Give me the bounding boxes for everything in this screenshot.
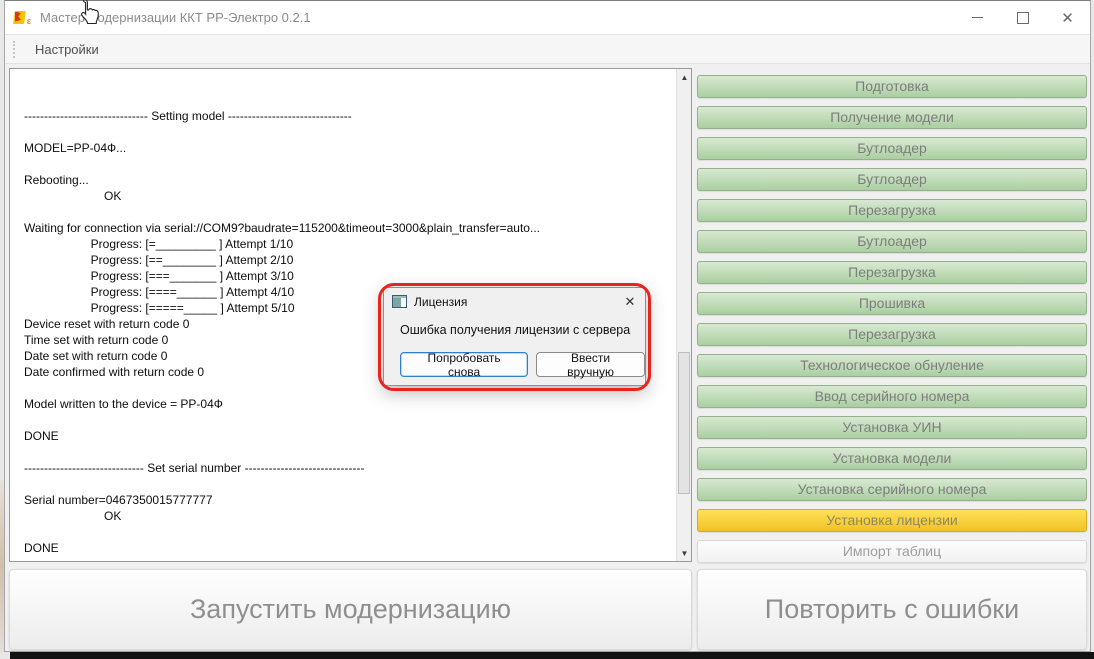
- log-line: OK: [24, 508, 675, 524]
- log-line: [24, 476, 675, 492]
- log-line: [24, 156, 675, 172]
- title-bar[interactable]: ε Мастер модернизации ККТ РР-Электро 0.2…: [5, 1, 1090, 34]
- window-icon: [392, 295, 407, 308]
- dialog-message: Ошибка получения лицензии с сервера: [400, 323, 645, 337]
- menu-item-settings[interactable]: Настройки: [29, 39, 105, 60]
- log-line: Progress: [==________ ] Attempt 2/10: [24, 252, 675, 268]
- step-button[interactable]: Бутлоадер: [697, 168, 1087, 191]
- steps-panel: Подготовка Получение модели Бутлоадер Бутло…: [697, 75, 1087, 571]
- log-line: [24, 556, 675, 562]
- step-button[interactable]: Получение модели: [697, 106, 1087, 129]
- step-button[interactable]: Импорт таблиц: [697, 540, 1087, 563]
- scroll-down-icon[interactable]: ▼: [677, 545, 692, 561]
- log-line: [24, 204, 675, 220]
- log-line: ------------------------------- Setting …: [24, 108, 675, 124]
- dialog-title-bar[interactable]: Лицензия ✕: [384, 288, 645, 315]
- app-icon: ε: [14, 10, 31, 26]
- log-line: Progress: [===_______ ] Attempt 3/10: [24, 268, 675, 284]
- menu-bar: Настройки: [5, 34, 1090, 64]
- step-button[interactable]: Бутлоадер: [697, 137, 1087, 160]
- window-controls: ✕: [955, 1, 1090, 34]
- log-line: [24, 524, 675, 540]
- log-line: Waiting for connection via serial://COM9…: [24, 220, 675, 236]
- step-button[interactable]: Ввод серийного номера: [697, 385, 1087, 408]
- log-line: DONE: [24, 428, 675, 444]
- step-button[interactable]: Подготовка: [697, 75, 1087, 98]
- step-button[interactable]: Установка УИН: [697, 416, 1087, 439]
- dialog-title: Лицензия: [414, 295, 467, 309]
- enter-manually-button[interactable]: Ввести вручную: [536, 352, 645, 377]
- log-line: OK: [24, 188, 675, 204]
- step-button[interactable]: Установка серийного номера: [697, 478, 1087, 501]
- desktop-strip: [10, 652, 1094, 659]
- step-button[interactable]: Перезагрузка: [697, 261, 1087, 284]
- try-again-button[interactable]: Попробовать снова: [400, 352, 528, 377]
- retry-from-error-button[interactable]: Повторить с ошибки: [697, 569, 1087, 650]
- scroll-up-icon[interactable]: ▲: [677, 69, 692, 85]
- log-line: Progress: [=_________ ] Attempt 1/10: [24, 236, 675, 252]
- app-window: ε Мастер модернизации ККТ РР-Электро 0.2…: [4, 0, 1091, 652]
- window-title: Мастер модернизации ККТ РР-Электро 0.2.1: [40, 10, 311, 25]
- log-line: ------------------------------ Set seria…: [24, 460, 675, 476]
- log-line: Serial number=0467350015777777: [24, 492, 675, 508]
- start-modernization-button[interactable]: Запустить модернизацию: [9, 569, 692, 650]
- step-button[interactable]: Установка лицензии: [697, 509, 1087, 532]
- screen: ε Мастер модернизации ККТ РР-Электро 0.2…: [0, 0, 1094, 659]
- step-button[interactable]: Установка модели: [697, 447, 1087, 470]
- log-line: [24, 124, 675, 140]
- log-line: Rebooting...: [24, 172, 675, 188]
- step-button[interactable]: Перезагрузка: [697, 199, 1087, 222]
- license-dialog: Лицензия ✕ Ошибка получения лицензии с с…: [383, 287, 646, 386]
- log-line: [24, 412, 675, 428]
- log-scrollbar[interactable]: ▲ ▼: [676, 69, 691, 561]
- log-line: Model written to the device = РР-04Ф: [24, 396, 675, 412]
- close-button[interactable]: ✕: [1045, 1, 1090, 34]
- log-line: DONE: [24, 540, 675, 556]
- menu-grip-icon: [13, 41, 15, 58]
- log-line: MODEL=РР-04Ф...: [24, 140, 675, 156]
- step-button[interactable]: Технологическое обнуление: [697, 354, 1087, 377]
- log-line: [24, 444, 675, 460]
- step-button[interactable]: Прошивка: [697, 292, 1087, 315]
- step-button[interactable]: Перезагрузка: [697, 323, 1087, 346]
- dialog-close-icon[interactable]: ✕: [615, 294, 645, 310]
- minimize-button[interactable]: [955, 1, 1000, 34]
- maximize-button[interactable]: [1000, 1, 1045, 34]
- dialog-buttons: Попробовать снова Ввести вручную: [400, 352, 645, 377]
- scrollbar-thumb[interactable]: [678, 352, 690, 494]
- step-button[interactable]: Бутлоадер: [697, 230, 1087, 253]
